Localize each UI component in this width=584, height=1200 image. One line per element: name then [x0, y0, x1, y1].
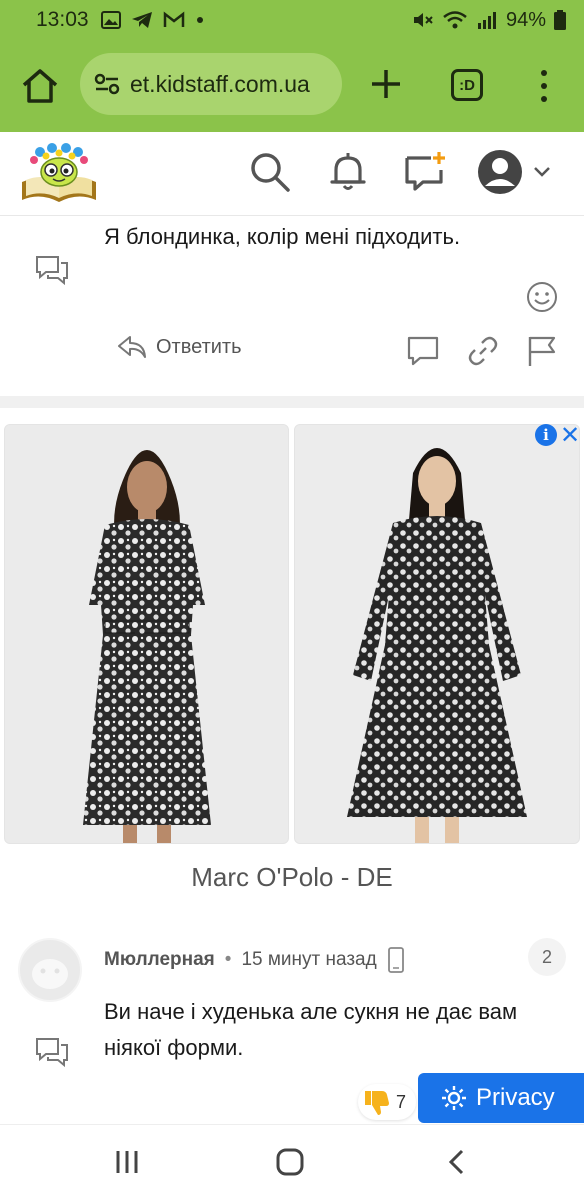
- status-bar: 13:03 94%: [0, 0, 584, 40]
- site-header: [0, 132, 584, 216]
- tab-switcher-label: :D: [459, 76, 475, 94]
- user-avatar-icon[interactable]: [476, 148, 524, 196]
- kidstaff-logo[interactable]: [18, 140, 100, 206]
- reply-count-badge[interactable]: 2: [528, 938, 566, 976]
- answer-button[interactable]: Ответить: [116, 334, 242, 360]
- avatar-placeholder-icon: [32, 959, 68, 989]
- battery-level: 94%: [505, 8, 546, 31]
- system-navigation-bar: [0, 1124, 584, 1200]
- site-settings-icon[interactable]: [94, 73, 120, 95]
- emoji-reaction-icon[interactable]: [526, 281, 558, 313]
- chevron-down-icon[interactable]: [532, 165, 552, 179]
- home-nav-icon[interactable]: [273, 1147, 307, 1177]
- reply-comment-icon[interactable]: [34, 254, 70, 286]
- ad-info-icon[interactable]: i: [535, 424, 557, 446]
- system-icons: 94%: [412, 9, 566, 32]
- answer-label: Ответить: [156, 335, 242, 358]
- comment-author[interactable]: Мюллерная: [104, 949, 215, 971]
- home-icon[interactable]: [18, 64, 62, 108]
- gmail-icon: [163, 11, 184, 27]
- search-icon[interactable]: [246, 148, 294, 196]
- tab-switcher-button[interactable]: :D: [451, 69, 483, 101]
- link-icon[interactable]: [466, 334, 500, 368]
- reply-arrow-icon: [118, 336, 146, 358]
- reply-comment-icon-2[interactable]: [34, 1036, 70, 1068]
- comment-meta: Мюллерная • 15 минут назад: [104, 946, 405, 974]
- meta-separator: •: [224, 949, 232, 970]
- rating-count: 7: [396, 1091, 407, 1112]
- ad-close-icon[interactable]: ✕: [560, 421, 580, 450]
- back-icon[interactable]: [440, 1147, 474, 1177]
- new-tab-icon[interactable]: [364, 62, 408, 106]
- privacy-label: Privacy: [476, 1084, 555, 1111]
- browser-toolbar: et.kidstaff.com.ua :D: [0, 40, 584, 132]
- signal-icon: [477, 12, 496, 29]
- comment-avatar[interactable]: [18, 938, 82, 1002]
- mobile-device-icon: [387, 947, 404, 973]
- mute-icon: [413, 13, 433, 27]
- user-menu[interactable]: [476, 146, 556, 198]
- image-icon: [100, 11, 121, 29]
- dot-icon: [196, 17, 203, 23]
- section-divider: [0, 396, 584, 408]
- ad-product-image-2[interactable]: [294, 424, 580, 844]
- ad-caption[interactable]: Marc O'Polo - DE: [0, 862, 584, 893]
- new-message-icon[interactable]: [401, 148, 449, 196]
- browser-menu-icon[interactable]: [530, 66, 558, 106]
- ad-product-image-1[interactable]: [4, 424, 289, 844]
- advertisement[interactable]: i ✕ Marc O'Polo - DE: [0, 408, 584, 916]
- notification-icons: [100, 11, 205, 29]
- rating-badge[interactable]: 7: [358, 1084, 416, 1120]
- comment-text: Я блондинка, колір мені підходить.: [104, 224, 461, 249]
- comment-icon[interactable]: [406, 334, 440, 368]
- bell-icon[interactable]: [324, 148, 372, 196]
- gear-icon: [442, 1086, 466, 1110]
- wifi-icon: [443, 11, 467, 29]
- reply-count: 2: [541, 946, 552, 967]
- telegram-icon: [131, 12, 152, 28]
- url-text: et.kidstaff.com.ua: [130, 70, 310, 97]
- report-flag-icon[interactable]: [526, 334, 560, 368]
- privacy-button[interactable]: Privacy: [418, 1073, 584, 1123]
- status-time: 13:03: [36, 8, 89, 31]
- battery-icon: [554, 10, 566, 30]
- thumbs-down-icon: [365, 1091, 389, 1115]
- recent-apps-icon[interactable]: [110, 1147, 144, 1177]
- comment-text-2: Ви наче і худенька але сукня не дає вам …: [104, 999, 518, 1060]
- address-bar[interactable]: et.kidstaff.com.ua: [80, 53, 342, 115]
- comment-timestamp: 15 минут назад: [241, 949, 377, 970]
